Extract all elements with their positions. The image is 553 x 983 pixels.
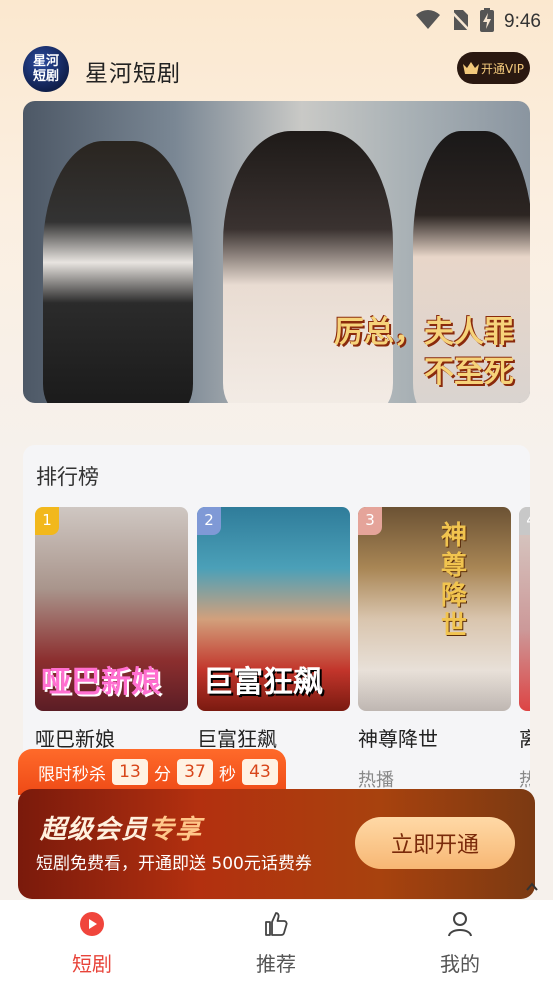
vip-promo-banner[interactable]: 超级会员专享 短剧免费看，开通即送 500元话费券 立即开通 bbox=[18, 789, 535, 899]
rank-badge: 2 bbox=[197, 507, 221, 535]
app-header: 星河短剧 星河短剧 开通VIP bbox=[0, 44, 553, 94]
nav-label: 短剧 bbox=[72, 952, 112, 976]
thumbs-up-icon bbox=[216, 908, 336, 940]
nav-tab-shortdrama[interactable]: 短剧 bbox=[32, 908, 152, 977]
ranking-item[interactable]: 4 离 热 bbox=[519, 507, 530, 792]
crown-icon bbox=[463, 62, 479, 74]
item-name: 离 bbox=[519, 727, 530, 751]
countdown-third: 43 bbox=[242, 759, 278, 785]
poster-image: 4 bbox=[519, 507, 530, 711]
poster-image: 哑巴新娘 1 bbox=[35, 507, 188, 711]
ranking-item[interactable]: 神尊降世 3 神尊降世 热播 bbox=[358, 507, 511, 792]
countdown-unit-2: 秒 bbox=[219, 764, 236, 785]
battery-charging-icon bbox=[480, 8, 495, 36]
promo-title: 超级会员专享 bbox=[40, 809, 202, 846]
banner-title: 厉总，夫人罪不至死 bbox=[334, 315, 514, 390]
nav-label: 推荐 bbox=[256, 952, 296, 976]
poster-image: 巨富狂飙 2 bbox=[197, 507, 350, 711]
ranking-item[interactable]: 哑巴新娘 1 哑巴新娘 bbox=[35, 507, 188, 766]
poster-title: 神尊降世 bbox=[441, 521, 468, 641]
open-vip-label: 开通VIP bbox=[481, 61, 524, 76]
countdown-second: 37 bbox=[177, 759, 213, 785]
nav-tab-recommend[interactable]: 推荐 bbox=[216, 908, 336, 977]
status-bar: 9:46 bbox=[0, 0, 553, 40]
no-sim-icon bbox=[450, 9, 470, 35]
user-icon bbox=[400, 908, 520, 940]
hero-banner[interactable]: 厉总，夫人罪不至死 bbox=[23, 101, 530, 403]
poster-title: 哑巴新娘 bbox=[41, 665, 161, 700]
nav-label: 我的 bbox=[440, 952, 480, 976]
promo-subtitle: 短剧免费看，开通即送 500元话费券 bbox=[36, 854, 312, 874]
rank-badge: 3 bbox=[358, 507, 382, 535]
bottom-navigation: 短剧 推荐 我的 bbox=[0, 900, 553, 983]
promo-title-main: 超级会员 bbox=[40, 815, 149, 845]
ranking-title: 排行榜 bbox=[36, 465, 99, 489]
flash-sale-label: 限时秒杀 bbox=[38, 764, 106, 785]
rank-badge: 4 bbox=[519, 507, 530, 535]
app-logo: 星河短剧 bbox=[23, 46, 69, 92]
countdown-unit-1: 分 bbox=[154, 764, 171, 785]
item-name: 哑巴新娘 bbox=[35, 727, 115, 751]
item-name: 神尊降世 bbox=[358, 727, 438, 751]
open-vip-button[interactable]: 开通VIP bbox=[457, 52, 530, 84]
countdown-first: 13 bbox=[112, 759, 148, 785]
promo-title-accent: 专享 bbox=[148, 815, 203, 845]
app-title: 星河短剧 bbox=[85, 61, 181, 87]
play-circle-icon bbox=[32, 908, 152, 940]
item-name: 巨富狂飙 bbox=[197, 727, 277, 751]
activate-now-button[interactable]: 立即开通 bbox=[355, 817, 515, 869]
poster-image: 神尊降世 3 bbox=[358, 507, 511, 711]
rank-badge: 1 bbox=[35, 507, 59, 535]
ranking-item[interactable]: 巨富狂飙 2 巨富狂飙 bbox=[197, 507, 350, 766]
collapse-chevron-icon[interactable] bbox=[525, 880, 539, 894]
nav-tab-profile[interactable]: 我的 bbox=[400, 908, 520, 977]
wifi-icon bbox=[416, 10, 441, 34]
poster-title: 巨富狂飙 bbox=[203, 665, 323, 700]
banner-figure-man bbox=[43, 141, 193, 403]
status-time: 9:46 bbox=[504, 11, 541, 32]
